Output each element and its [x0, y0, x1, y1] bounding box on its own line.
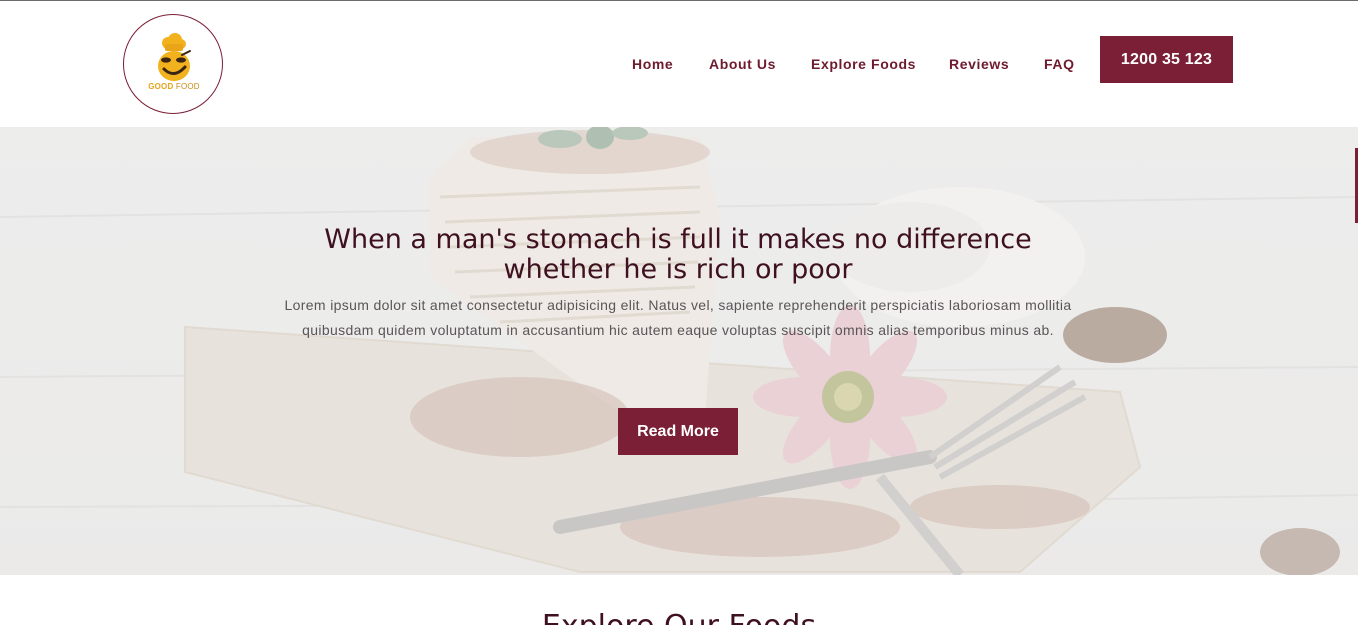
read-more-button[interactable]: Read More [618, 408, 738, 455]
logo-wordmark: GOOD FOOD [124, 82, 224, 91]
nav-home[interactable]: Home [632, 56, 673, 72]
nav-about-us[interactable]: About Us [709, 56, 776, 72]
hero-description: Lorem ipsum dolor sit amet consectetur a… [284, 297, 1072, 338]
explore-foods-heading: Explore Our Foods [0, 610, 1358, 625]
phone-button[interactable]: 1200 35 123 [1100, 36, 1233, 83]
hero-section: When a man's stomach is full it makes no… [0, 127, 1358, 575]
site-header: GOOD FOOD Home About Us Explore Foods Re… [0, 1, 1358, 127]
hero-title: When a man's stomach is full it makes no… [200, 225, 1156, 285]
logo-word-good: GOOD [148, 82, 174, 91]
site-logo[interactable]: GOOD FOOD [123, 14, 223, 114]
hero-overlay [0, 127, 1358, 575]
chef-mascot-icon [158, 33, 191, 81]
logo-word-food: FOOD [175, 82, 200, 91]
hero-title-line-2: whether he is rich or poor [503, 254, 853, 285]
hero-title-line-1: When a man's stomach is full it makes no… [324, 224, 1032, 255]
nav-faq[interactable]: FAQ [1044, 56, 1075, 72]
nav-reviews[interactable]: Reviews [949, 56, 1009, 72]
nav-explore-foods[interactable]: Explore Foods [811, 56, 916, 72]
